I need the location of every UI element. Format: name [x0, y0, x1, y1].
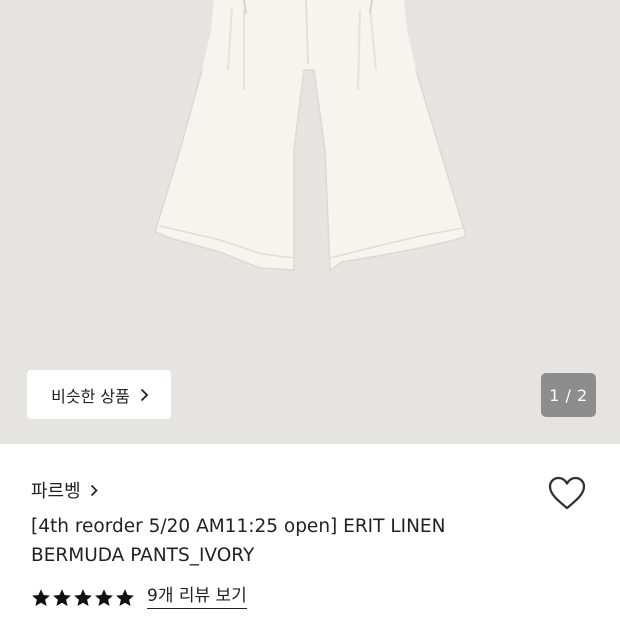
chevron-right-icon [90, 484, 98, 497]
brand-link[interactable]: 파르벵 [31, 477, 98, 503]
wishlist-heart-icon[interactable] [547, 474, 587, 514]
star-icon [53, 588, 71, 606]
similar-products-label: 비슷한 상품 [51, 386, 130, 406]
star-icon [74, 588, 92, 606]
product-info: 파르벵 [4th reorder 5/20 AM11:25 open] ERIT… [0, 444, 620, 620]
rating-row: 9개 리뷰 보기 [31, 586, 247, 609]
chevron-right-icon [140, 388, 149, 402]
view-reviews-link[interactable]: 9개 리뷰 보기 [147, 586, 247, 609]
star-icon [95, 588, 113, 606]
star-icon [116, 588, 134, 606]
product-title-line-2: BERMUDA PANTS_IVORY [31, 545, 255, 566]
similar-products-button[interactable]: 비슷한 상품 [27, 370, 171, 419]
brand-name: 파르벵 [31, 481, 81, 502]
product-title-line-1: [4th reorder 5/20 AM11:25 open] ERIT LIN… [31, 516, 446, 537]
product-title: [4th reorder 5/20 AM11:25 open] ERIT LIN… [31, 512, 501, 570]
star-rating [31, 588, 135, 608]
image-page-indicator: 1 / 2 [541, 373, 596, 417]
product-image-carousel[interactable]: 비슷한 상품 1 / 2 [0, 0, 620, 444]
star-icon [32, 588, 50, 606]
